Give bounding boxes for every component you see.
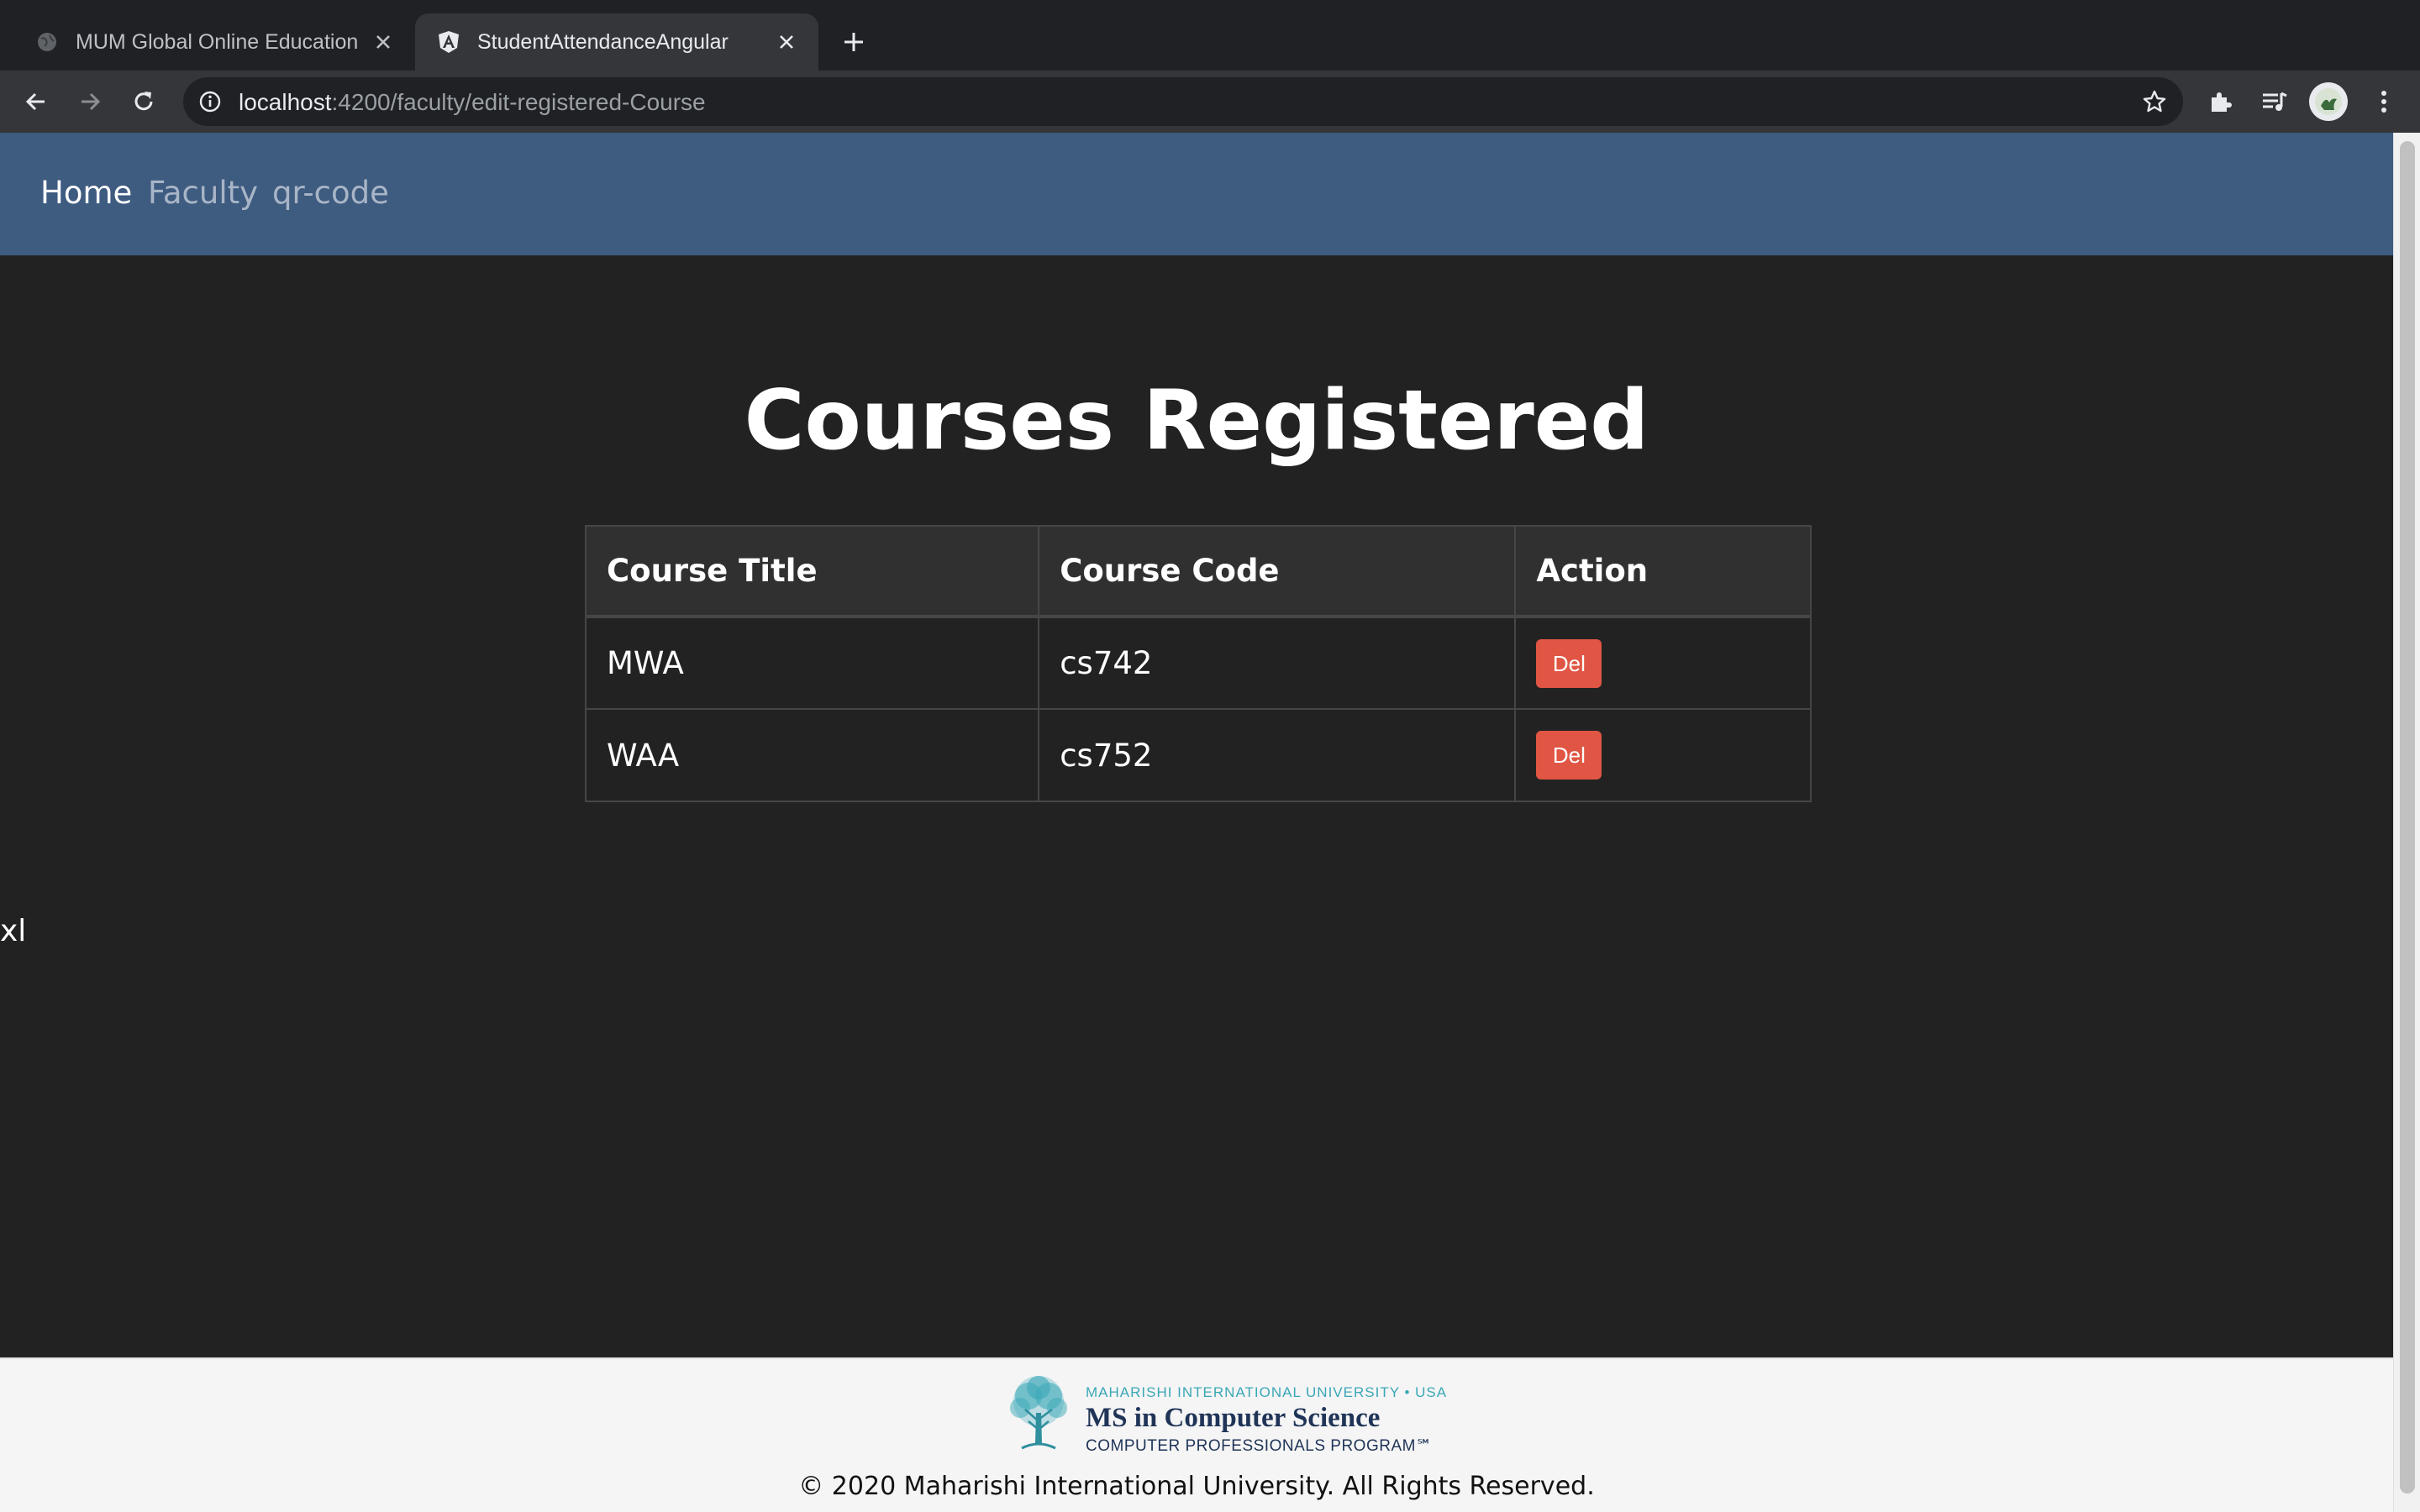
copyright-text: © 2020 Maharishi International Universit… [798, 1472, 1595, 1501]
reload-button[interactable] [124, 82, 163, 121]
new-tab-button[interactable] [835, 24, 872, 60]
column-header-course-code: Course Code [1038, 525, 1517, 618]
globe-icon [35, 30, 59, 54]
page-title: Courses Registered [744, 373, 1649, 469]
table-row: MWA cs742 Del [584, 616, 1812, 710]
page-scrollbar[interactable] [2393, 133, 2420, 1512]
course-title-cell: MWA [584, 616, 1040, 710]
info-icon[interactable] [197, 88, 224, 115]
puzzle-icon [2212, 92, 2232, 112]
angular-icon [437, 30, 460, 54]
kebab-menu-icon [2381, 91, 2386, 113]
site-navbar: Home Faculty qr-code [0, 133, 2393, 255]
profile-avatar[interactable] [2309, 82, 2348, 121]
logo-program-subtitle: COMPUTER PROFESSIONALS PROGRAM℠ [1086, 1437, 1433, 1455]
table-header-row: Course Title Course Code Action [584, 525, 1812, 618]
browser-menu-button[interactable] [2365, 82, 2403, 121]
logo-university-text: MAHARISHI INTERNATIONAL UNIVERSITY • USA [1086, 1384, 1448, 1400]
browser-tab-angular[interactable]: StudentAttendanceAngular [415, 13, 818, 71]
column-header-action: Action [1514, 525, 1812, 618]
site-footer: MAHARISHI INTERNATIONAL UNIVERSITY • USA… [0, 1357, 2393, 1512]
close-icon[interactable] [370, 29, 397, 55]
column-header-course-title: Course Title [584, 525, 1040, 618]
delete-button[interactable]: Del [1536, 638, 1602, 688]
course-code-cell: cs752 [1038, 708, 1517, 802]
plus-icon [844, 33, 863, 51]
university-logo: MAHARISHI INTERNATIONAL UNIVERSITY • USA… [997, 1371, 1446, 1458]
nav-link-home[interactable]: Home [40, 175, 132, 211]
browser-tabstrip: MUM Global Online Education StudentAtten… [0, 0, 2420, 71]
tree-logo-icon [1010, 1376, 1067, 1450]
courses-table: Course Title Course Code Action MWA cs74… [584, 525, 1812, 802]
browser-toolbar: localhost:4200/faculty/edit-registered-C… [0, 71, 2420, 133]
action-cell: Del [1514, 616, 1812, 710]
playlist-icon [2263, 92, 2287, 111]
scrollbar-thumb[interactable] [2400, 141, 2415, 1494]
arrow-right-icon [82, 92, 101, 111]
stray-text: xl [0, 914, 27, 948]
back-button[interactable] [17, 82, 55, 121]
media-button[interactable] [2255, 82, 2294, 121]
course-title-cell: WAA [584, 708, 1040, 802]
page-viewport: Home Faculty qr-code Courses Registered … [0, 133, 2393, 1512]
address-bar[interactable]: localhost:4200/faculty/edit-registered-C… [183, 77, 2183, 126]
url-text[interactable]: localhost:4200/faculty/edit-registered-C… [239, 89, 706, 116]
course-code-cell: cs742 [1038, 616, 1517, 710]
reload-icon [134, 92, 153, 111]
tab-title: StudentAttendanceAngular [477, 29, 729, 54]
nav-link-faculty[interactable]: Faculty [148, 175, 258, 211]
delete-button[interactable]: Del [1536, 731, 1602, 780]
browser-tab-mum[interactable]: MUM Global Online Education [13, 13, 415, 71]
url-path: :4200/faculty/edit-registered-Course [331, 89, 706, 115]
tab-title: MUM Global Online Education [76, 29, 359, 54]
star-icon[interactable] [2139, 87, 2170, 117]
table-row: WAA cs752 Del [584, 708, 1812, 802]
arrow-left-icon [25, 92, 45, 111]
action-cell: Del [1514, 708, 1812, 802]
extensions-button[interactable] [2202, 82, 2240, 121]
forward-button[interactable] [71, 82, 109, 121]
nav-link-qr-code[interactable]: qr-code [272, 175, 389, 211]
close-icon[interactable] [773, 29, 800, 55]
url-host: localhost [239, 89, 332, 115]
logo-program-title: MS in Computer Science [1086, 1403, 1381, 1433]
